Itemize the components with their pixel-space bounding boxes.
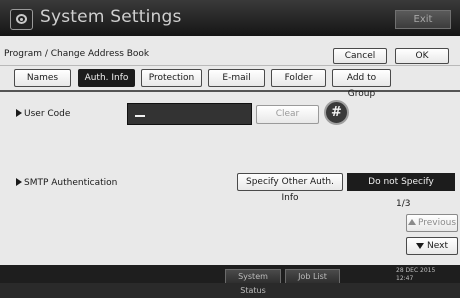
system-settings-icon bbox=[10, 9, 33, 30]
tab-auth-info[interactable]: Auth. Info bbox=[78, 69, 135, 87]
tab-folder[interactable]: Folder bbox=[271, 69, 326, 87]
previous-button[interactable]: Previous bbox=[406, 214, 458, 232]
arrow-up-icon bbox=[407, 219, 416, 225]
ok-button[interactable]: OK bbox=[395, 48, 449, 64]
tab-protection[interactable]: Protection bbox=[141, 69, 202, 87]
tab-bar: Names Auth. Info Protection E-mail Folde… bbox=[0, 66, 460, 99]
date-text: 28 DEC 2015 bbox=[396, 267, 436, 274]
user-code-input[interactable] bbox=[127, 103, 252, 125]
arrow-right-icon bbox=[16, 178, 22, 186]
specify-other-auth-button[interactable]: Specify Other Auth. Info bbox=[237, 173, 343, 203]
tab-email[interactable]: E-mail bbox=[208, 69, 265, 87]
arrow-right-icon bbox=[16, 109, 22, 117]
page-title: System Settings bbox=[40, 7, 182, 27]
cancel-button[interactable]: Cancel bbox=[333, 48, 387, 64]
page-count: 1/3 bbox=[396, 199, 411, 209]
tab-names[interactable]: Names bbox=[14, 69, 71, 87]
user-code-label: User Code bbox=[16, 109, 70, 119]
status-bar: System Status Job List 28 DEC 2015 12:47 bbox=[0, 265, 460, 295]
date-time: 28 DEC 2015 12:47 bbox=[396, 267, 435, 283]
exit-button[interactable]: Exit bbox=[395, 10, 451, 29]
system-status-button[interactable]: System Status bbox=[225, 269, 281, 295]
breadcrumb-text: Program / Change Address Book bbox=[4, 49, 150, 59]
tab-add-to-group[interactable]: Add to Group bbox=[332, 69, 391, 99]
next-button[interactable]: Next bbox=[406, 237, 458, 255]
do-not-specify-button[interactable]: Do not Specify bbox=[347, 173, 455, 191]
breadcrumb: Program / Change Address Book Cancel OK bbox=[0, 45, 460, 66]
arrow-down-icon bbox=[416, 243, 425, 249]
time-text: 12:47 bbox=[396, 275, 414, 282]
job-list-button[interactable]: Job List bbox=[285, 269, 340, 283]
system-settings-screen: System Settings Exit Program / Change Ad… bbox=[0, 0, 460, 295]
clear-button[interactable]: Clear bbox=[256, 105, 319, 124]
hash-key-button[interactable]: # bbox=[324, 100, 349, 125]
title-bar: System Settings Exit bbox=[0, 0, 460, 36]
smtp-auth-label: SMTP Authentication bbox=[16, 178, 117, 188]
text-cursor bbox=[135, 115, 145, 117]
